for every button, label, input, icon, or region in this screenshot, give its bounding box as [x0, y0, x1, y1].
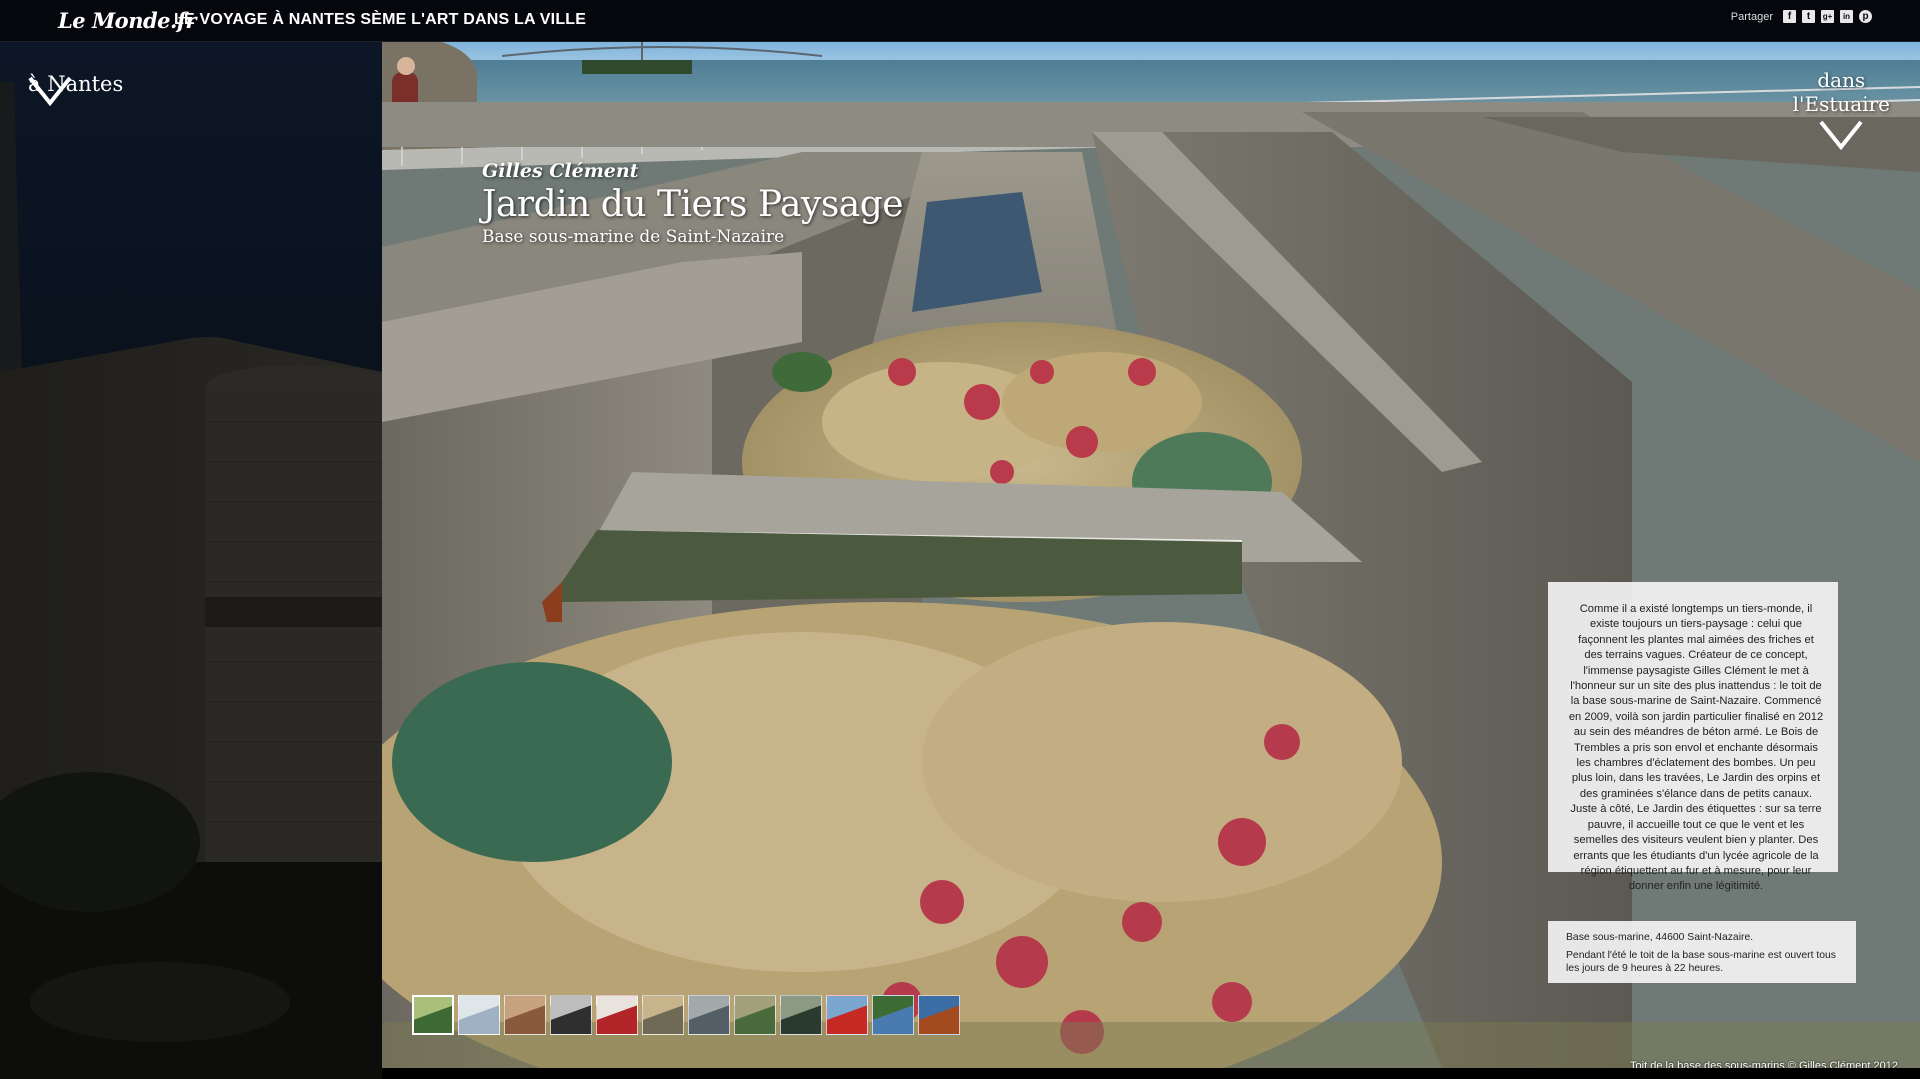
thumbnail-9[interactable] [780, 995, 822, 1035]
twitter-icon[interactable]: t [1802, 10, 1815, 23]
page-headline: LE VOYAGE À NANTES SÈME L'ART DANS LA VI… [174, 11, 587, 28]
thumbnail-5[interactable] [596, 995, 638, 1035]
nav-dans-estuaire[interactable]: dans l'Estuaire [1793, 68, 1890, 150]
description-text: Comme il a existé longtemps un tiers-mon… [1568, 603, 1824, 893]
share-bar: Partager f t g+ in p [1731, 10, 1872, 23]
thumbnail-1[interactable] [412, 995, 454, 1035]
castle-background-image [0, 82, 382, 1079]
artwork-author: Gilles Clément [482, 160, 639, 182]
pinterest-icon[interactable]: p [1859, 10, 1872, 23]
thumbnail-6[interactable] [642, 995, 684, 1035]
nav-dans-label: dans [1817, 68, 1866, 92]
artwork-title-block: Gilles Clément Jardin du Tiers Paysage B… [482, 160, 904, 247]
share-label: Partager [1730, 10, 1773, 23]
linkedin-icon[interactable]: in [1840, 10, 1853, 23]
thumbnail-10[interactable] [826, 995, 868, 1035]
thumbnail-11[interactable] [872, 995, 914, 1035]
thumbnail-7[interactable] [688, 995, 730, 1035]
chevron-down-icon [1819, 120, 1863, 150]
google-plus-icon[interactable]: g+ [1821, 10, 1834, 23]
nav-estuaire-label: l'Estuaire [1792, 92, 1890, 116]
facebook-icon[interactable]: f [1783, 10, 1796, 23]
top-bar: Le Monde.fr LE VOYAGE À NANTES SÈME L'AR… [0, 0, 1920, 42]
photo-credit: Toit de la base des sous-marins © Gilles… [1630, 1060, 1898, 1068]
address-text: Base sous-marine, 44600 Saint-Nazaire. [1566, 932, 1754, 943]
chevron-down-icon [28, 76, 72, 106]
thumbnail-2[interactable] [458, 995, 500, 1035]
opening-hours-text: Pendant l'été le toit de la base sous-ma… [1566, 949, 1836, 975]
bottom-strip [382, 1068, 1920, 1079]
artwork-location: Base sous-marine de Saint-Nazaire [482, 227, 785, 247]
previous-slide-panel[interactable]: à Nantes [0, 42, 382, 1079]
thumbnail-12[interactable] [918, 995, 960, 1035]
thumbnail-strip [412, 995, 960, 1035]
description-box: Comme il a existé longtemps un tiers-mon… [1548, 582, 1838, 892]
artwork-title: Jardin du Tiers Paysage [482, 184, 904, 225]
thumbnail-8[interactable] [734, 995, 776, 1035]
nav-a-nantes[interactable]: à Nantes [28, 72, 123, 106]
practical-info-box: Base sous-marine, 44600 Saint-Nazaire. P… [1548, 921, 1856, 983]
thumbnail-4[interactable] [550, 995, 592, 1035]
main-photo: Gilles Clément Jardin du Tiers Paysage B… [382, 42, 1920, 1068]
thumbnail-3[interactable] [504, 995, 546, 1035]
